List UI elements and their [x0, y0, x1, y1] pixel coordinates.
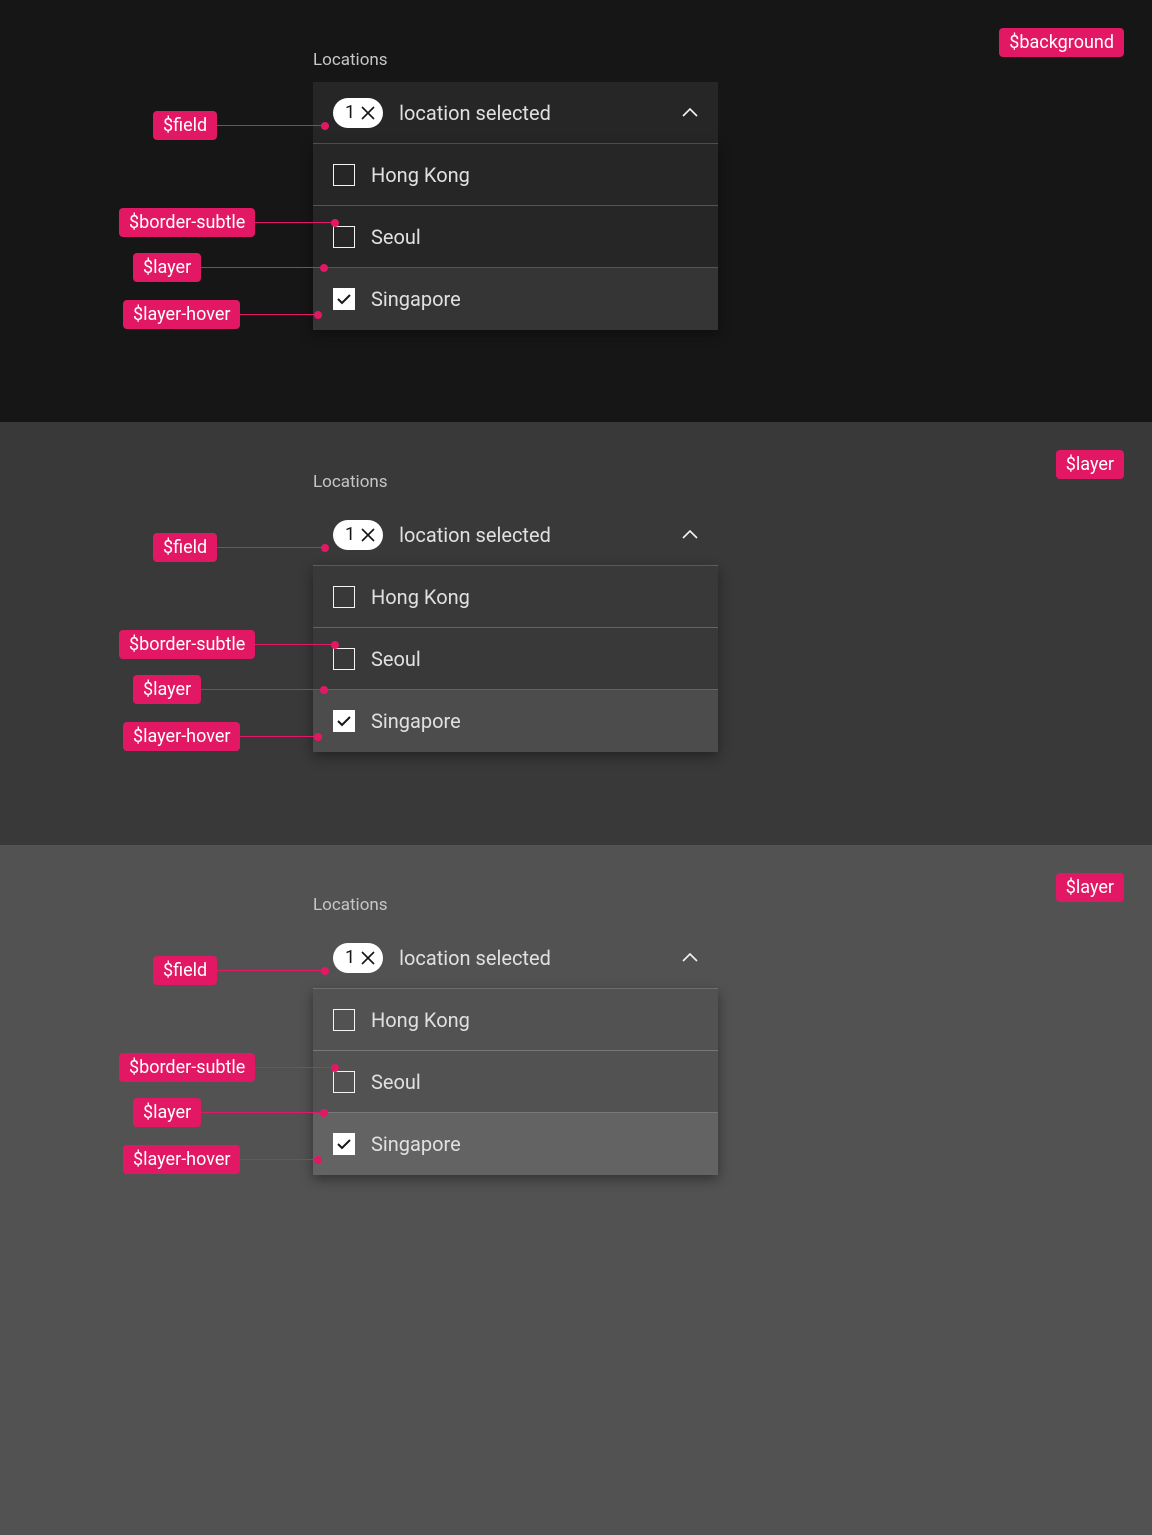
leader-line [217, 970, 325, 972]
leader-line [240, 736, 318, 738]
token-tag: $layer-hover [123, 300, 240, 329]
selection-pill[interactable]: 1 [333, 520, 383, 550]
chevron-up-icon[interactable] [682, 953, 698, 963]
multiselect-label: Locations [313, 472, 718, 492]
leader-line [240, 314, 318, 316]
multiselect-field[interactable]: 1 location selected [313, 82, 718, 144]
token-tag: $layer [133, 253, 201, 282]
checkbox-icon[interactable] [333, 1009, 355, 1031]
annotation-layer: $layer [133, 675, 324, 704]
multiselect-field-text: location selected [399, 946, 682, 970]
selection-pill[interactable]: 1 [333, 943, 383, 973]
checkbox-checked-icon[interactable] [333, 1133, 355, 1155]
multiselect: Locations 1 location selected Hong Kong … [313, 895, 718, 1175]
checkbox-icon[interactable] [333, 648, 355, 670]
leader-line [201, 1112, 324, 1114]
panel-background: $background Locations 1 location selecte… [0, 0, 1152, 422]
close-icon[interactable] [361, 528, 375, 542]
token-tag: $field [153, 956, 217, 985]
annotation-border-subtle: $border-subtle [119, 208, 335, 237]
annotation-layer: $layer [133, 253, 324, 282]
token-tag-background: $background [999, 28, 1124, 57]
checkbox-checked-icon[interactable] [333, 288, 355, 310]
checkbox-icon[interactable] [333, 1071, 355, 1093]
token-tag: $field [153, 533, 217, 562]
multiselect-option[interactable]: Seoul [313, 628, 718, 690]
annotation-layer-hover: $layer-hover [123, 300, 318, 329]
checkbox-icon[interactable] [333, 164, 355, 186]
multiselect-label: Locations [313, 895, 718, 915]
multiselect-field-text: location selected [399, 101, 682, 125]
leader-line [217, 547, 325, 549]
multiselect: Locations 1 location selected Hong Kong … [313, 50, 718, 330]
leader-line [255, 644, 335, 646]
token-tag: $field [153, 111, 217, 140]
multiselect-option[interactable]: Seoul [313, 206, 718, 268]
token-tag: $layer-hover [123, 722, 240, 751]
annotation-layer-hover: $layer-hover [123, 722, 318, 751]
multiselect-option[interactable]: Seoul [313, 1051, 718, 1113]
selection-count: 1 [345, 947, 355, 968]
multiselect-option[interactable]: Hong Kong [313, 144, 718, 206]
panel-layer: $layer Locations 1 location selected Hon… [0, 422, 1152, 845]
multiselect-menu: Hong Kong Seoul Singapore [313, 566, 718, 752]
token-tag: $layer [133, 1098, 201, 1127]
panel-layer-2: $layer Locations 1 location selected Hon… [0, 845, 1152, 1535]
leader-line [217, 125, 325, 127]
annotation-border-subtle: $border-subtle [119, 630, 335, 659]
token-tag-layer: $layer [1056, 450, 1124, 479]
close-icon[interactable] [361, 951, 375, 965]
option-label: Seoul [371, 225, 421, 249]
selection-pill[interactable]: 1 [333, 98, 383, 128]
checkbox-icon[interactable] [333, 586, 355, 608]
annotation-layer: $layer [133, 1098, 324, 1127]
option-label: Seoul [371, 647, 421, 671]
chevron-up-icon[interactable] [682, 108, 698, 118]
token-tag: $border-subtle [119, 1053, 255, 1082]
selection-count: 1 [345, 524, 355, 545]
multiselect-option[interactable]: Hong Kong [313, 566, 718, 628]
option-label: Singapore [371, 709, 461, 733]
close-icon[interactable] [361, 106, 375, 120]
multiselect-field[interactable]: 1 location selected [313, 504, 718, 566]
multiselect-option[interactable]: Hong Kong [313, 989, 718, 1051]
multiselect-field[interactable]: 1 location selected [313, 927, 718, 989]
option-label: Hong Kong [371, 163, 470, 187]
annotation-layer-hover: $layer-hover [123, 1145, 318, 1174]
multiselect: Locations 1 location selected Hong Kong … [313, 472, 718, 752]
multiselect-menu: Hong Kong Seoul Singapore [313, 989, 718, 1175]
leader-line [201, 267, 324, 269]
annotation-field: $field [153, 956, 325, 985]
checkbox-checked-icon[interactable] [333, 710, 355, 732]
option-label: Hong Kong [371, 1008, 470, 1032]
token-tag: $layer-hover [123, 1145, 240, 1174]
chevron-up-icon[interactable] [682, 530, 698, 540]
annotation-border-subtle: $border-subtle [119, 1053, 335, 1082]
checkbox-icon[interactable] [333, 226, 355, 248]
token-tag: $border-subtle [119, 208, 255, 237]
multiselect-menu: Hong Kong Seoul Singapore [313, 144, 718, 330]
multiselect-option-hovered[interactable]: Singapore [313, 690, 718, 752]
multiselect-label: Locations [313, 50, 718, 70]
selection-count: 1 [345, 102, 355, 123]
option-label: Singapore [371, 1132, 461, 1156]
leader-line [255, 1067, 335, 1069]
token-tag-layer: $layer [1056, 873, 1124, 902]
leader-line [255, 222, 335, 224]
leader-line [201, 689, 324, 691]
option-label: Singapore [371, 287, 461, 311]
multiselect-option-hovered[interactable]: Singapore [313, 1113, 718, 1175]
annotation-field: $field [153, 111, 325, 140]
token-tag: $layer [133, 675, 201, 704]
leader-line [240, 1159, 318, 1161]
token-tag: $border-subtle [119, 630, 255, 659]
option-label: Hong Kong [371, 585, 470, 609]
multiselect-option-hovered[interactable]: Singapore [313, 268, 718, 330]
multiselect-field-text: location selected [399, 523, 682, 547]
option-label: Seoul [371, 1070, 421, 1094]
annotation-field: $field [153, 533, 325, 562]
